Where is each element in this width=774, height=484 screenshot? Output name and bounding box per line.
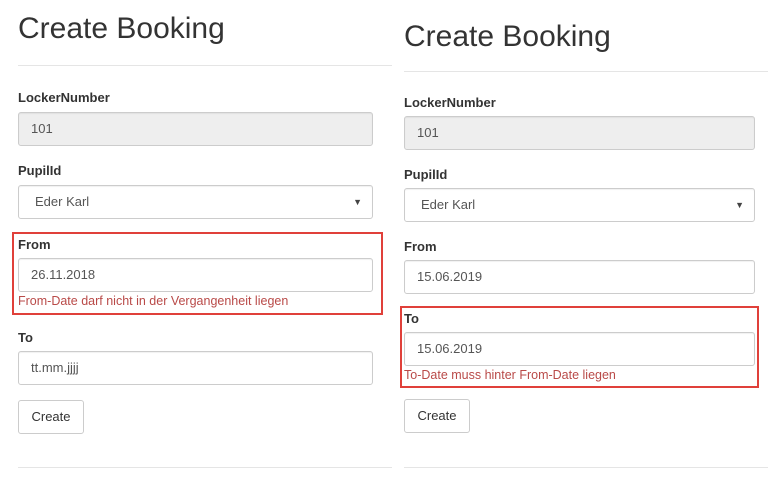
pupil-id-label: PupilId <box>18 163 62 178</box>
create-button[interactable]: Create <box>18 400 84 434</box>
locker-number-label: LockerNumber <box>404 95 496 110</box>
pupil-id-value: Eder Karl <box>421 197 476 212</box>
pupil-id-value: Eder Karl <box>35 194 90 209</box>
from-error-message: From-Date darf nicht in der Vergangenhei… <box>18 294 289 308</box>
page-title: Create Booking <box>404 20 611 53</box>
to-date-input[interactable]: 15.06.2019 <box>404 332 755 366</box>
locker-number-field[interactable]: 101 <box>404 116 755 150</box>
from-label: From <box>404 239 437 254</box>
to-date-value: tt.mm.jjjj <box>31 360 79 375</box>
create-button[interactable]: Create <box>404 399 470 433</box>
pupil-id-label: PupilId <box>404 167 448 182</box>
to-label: To <box>404 311 419 326</box>
locker-number-value: 101 <box>417 125 439 140</box>
locker-number-field[interactable]: 101 <box>18 112 373 146</box>
from-label: From <box>18 237 51 252</box>
to-date-value: 15.06.2019 <box>417 341 483 356</box>
divider <box>404 467 768 468</box>
to-date-input[interactable]: tt.mm.jjjj <box>18 351 373 385</box>
locker-number-value: 101 <box>31 121 53 136</box>
locker-number-label: LockerNumber <box>18 90 110 105</box>
to-error-message: To-Date muss hinter From-Date liegen <box>404 368 616 382</box>
booking-form-left: Create Booking LockerNumber 101 PupilId … <box>0 0 392 484</box>
from-date-value: 26.11.2018 <box>31 267 96 282</box>
from-date-value: 15.06.2019 <box>417 269 483 284</box>
divider <box>18 65 392 66</box>
chevron-down-icon: ▼ <box>735 200 744 210</box>
booking-form-right: Create Booking LockerNumber 101 PupilId … <box>392 0 774 484</box>
from-date-input[interactable]: 15.06.2019 <box>404 260 755 294</box>
page-title: Create Booking <box>18 12 225 45</box>
chevron-down-icon: ▼ <box>353 197 362 207</box>
pupil-id-select[interactable]: Eder Karl ▼ <box>404 188 755 222</box>
divider <box>18 467 392 468</box>
from-date-input[interactable]: 26.11.2018 <box>18 258 373 292</box>
divider <box>404 71 768 72</box>
pupil-id-select[interactable]: Eder Karl ▼ <box>18 185 373 219</box>
to-label: To <box>18 330 33 345</box>
